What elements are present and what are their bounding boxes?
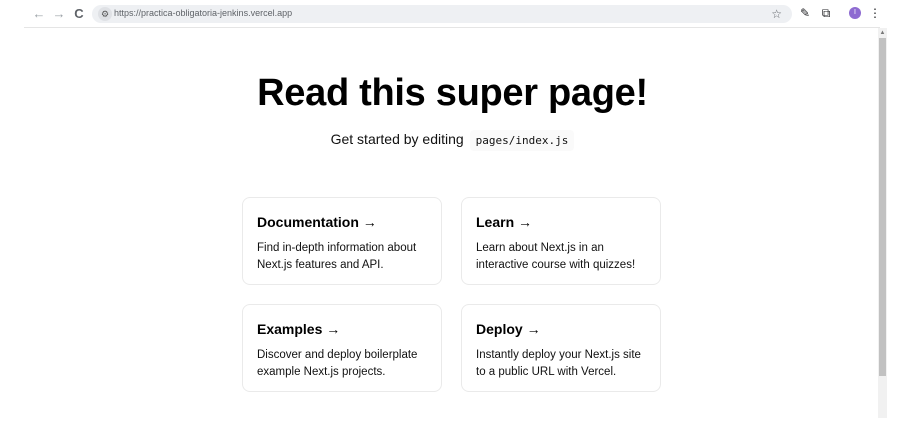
card-title: Examples → [257, 321, 341, 337]
subtitle-text: Get started by editing [330, 131, 464, 147]
url-text[interactable]: https://practica-obligatoria-jenkins.ver… [114, 8, 292, 18]
card-description: Find in-depth information about Next.js … [257, 242, 417, 271]
card-examples[interactable]: Examples → Discover and deploy boilerpla… [242, 304, 442, 392]
page-title: Read this super page! [257, 72, 648, 114]
card-learn[interactable]: Learn → Learn about Next.js in an intera… [461, 197, 661, 285]
site-settings-icon[interactable]: ⚙ [98, 7, 112, 21]
pen-icon[interactable]: ✎ [797, 5, 813, 21]
card-title: Learn → [476, 214, 533, 230]
browser-toolbar: ← → C ⚙ https://practica-obligatoria-jen… [0, 0, 905, 28]
code-snippet: pages/index.js [469, 130, 575, 151]
card-documentation[interactable]: Documentation → Find in-depth informatio… [242, 197, 442, 285]
back-icon[interactable]: ← [31, 6, 47, 22]
address-bar[interactable]: ⚙ https://practica-obligatoria-jenkins.v… [92, 5, 792, 23]
page-subtitle: Get started by editing pages/index.js [0, 130, 905, 151]
card-title: Documentation → [257, 214, 377, 230]
extensions-icon[interactable]: ⧉ [818, 5, 834, 21]
profile-avatar[interactable]: I [849, 7, 861, 19]
reload-icon[interactable]: C [71, 6, 87, 22]
toolbar-divider [24, 27, 880, 28]
card-title: Deploy → [476, 321, 541, 337]
card-description: Instantly deploy your Next.js site to a … [476, 349, 641, 378]
card-deploy[interactable]: Deploy → Instantly deploy your Next.js s… [461, 304, 661, 392]
card-description: Learn about Next.js in an interactive co… [476, 242, 636, 271]
menu-icon[interactable]: ⋮ [867, 5, 883, 21]
bookmark-star-icon[interactable]: ☆ [771, 5, 782, 23]
scroll-up-arrow-icon[interactable]: ▲ [878, 28, 887, 38]
forward-icon[interactable]: → [51, 6, 67, 22]
card-description: Discover and deploy boilerplate example … [257, 349, 418, 378]
